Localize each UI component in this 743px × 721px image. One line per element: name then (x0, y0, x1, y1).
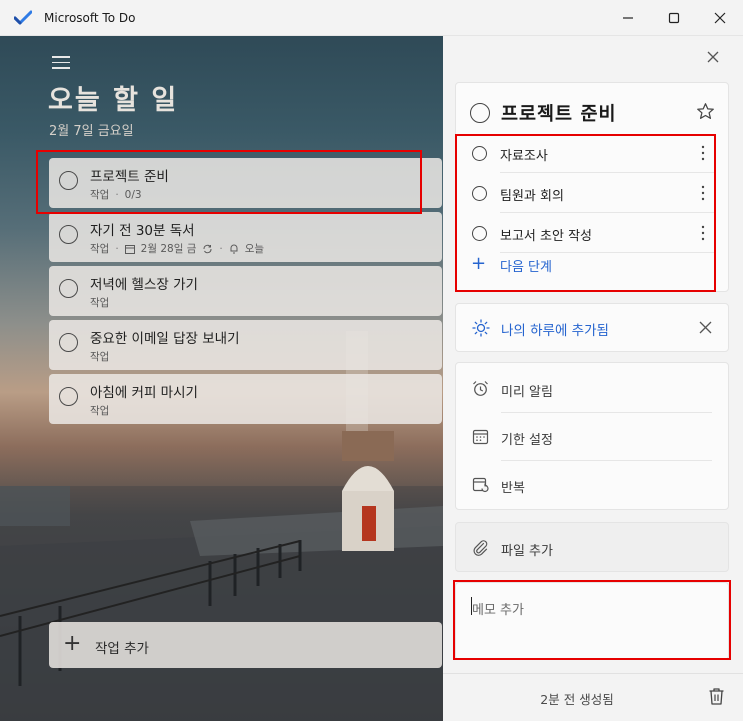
plus-icon: + (63, 631, 82, 656)
option-label: 미리 알림 (501, 385, 553, 400)
task-title: 아침에 커피 마시기 (90, 385, 198, 401)
calendar-icon (472, 429, 489, 445)
remind-me-option[interactable]: 미리 알림 (456, 365, 730, 413)
close-window-button[interactable] (697, 0, 743, 36)
paperclip-icon (473, 540, 488, 556)
close-icon (714, 12, 726, 24)
title-bar: Microsoft To Do (0, 0, 743, 36)
task-meta: 작업 (90, 349, 109, 364)
detail-task-title[interactable]: 프로젝트 준비 (501, 100, 617, 126)
add-file-button[interactable]: 파일 추가 (455, 522, 729, 572)
bell-icon (230, 244, 238, 253)
task-reminder: 오늘 (244, 243, 265, 255)
task-meta: 작업 (90, 403, 109, 418)
add-task-label: 작업 추가 (95, 641, 149, 657)
task-complete-checkbox[interactable] (59, 225, 78, 244)
my-day-card[interactable]: 나의 하루에 추가됨 (455, 303, 729, 352)
option-label: 반복 (501, 481, 525, 496)
task-category: 작업 (90, 405, 110, 417)
detail-complete-checkbox[interactable] (470, 103, 490, 123)
task-title: 저녁에 헬스장 가기 (90, 277, 198, 293)
alarm-icon (473, 381, 488, 396)
task-title: 중요한 이메일 답장 보내기 (90, 331, 240, 347)
sun-icon (472, 319, 490, 337)
star-icon[interactable] (696, 102, 715, 121)
due-date-option[interactable]: 기한 설정 (456, 413, 730, 461)
task-item-email[interactable]: 중요한 이메일 답장 보내기 작업 (49, 320, 442, 370)
annotation-highlight-memo (453, 580, 731, 660)
add-task-button[interactable]: + 작업 추가 (49, 622, 442, 668)
annotation-highlight-task (36, 150, 422, 214)
task-meta: 작업 (90, 295, 109, 310)
repeat-icon (203, 244, 212, 253)
task-title: 자기 전 30분 독서 (90, 223, 195, 239)
task-item-coffee[interactable]: 아침에 커피 마시기 작업 (49, 374, 442, 424)
task-complete-checkbox[interactable] (59, 333, 78, 352)
task-detail-panel: 프로젝트 준비 자료조사 팀원과 회의 보고서 초안 작성 + 다음 단계 나의… (443, 36, 743, 721)
task-meta: 작업 · 2월 28일 금 · 오늘 (90, 242, 265, 256)
maximize-button[interactable] (651, 0, 697, 36)
trash-icon[interactable] (708, 687, 725, 706)
task-category: 작업 (90, 351, 110, 363)
todo-check-icon (14, 10, 32, 25)
task-options-card: 미리 알림 기한 설정 반복 (455, 362, 729, 510)
menu-button[interactable] (52, 56, 70, 70)
close-detail-icon[interactable] (705, 49, 721, 65)
task-list-panel: 오늘 할 일 2월 7일 금요일 프로젝트 준비 작업 · 0/3 자기 전 3… (0, 36, 443, 721)
remove-my-day-icon[interactable] (698, 320, 713, 335)
repeat-option[interactable]: 반복 (456, 461, 730, 509)
maximize-icon (668, 12, 680, 24)
calendar-icon (124, 244, 135, 254)
task-item-reading[interactable]: 자기 전 30분 독서 작업 · 2월 28일 금 · 오늘 (49, 212, 442, 262)
app-title: Microsoft To Do (44, 11, 136, 25)
task-category: 작업 (90, 297, 110, 309)
created-timestamp: 2분 전 생성됨 (540, 692, 614, 707)
task-category: 작업 (90, 243, 110, 255)
my-day-label: 나의 하루에 추가됨 (501, 323, 609, 339)
detail-footer: 2분 전 생성됨 (443, 673, 743, 721)
minimize-button[interactable] (605, 0, 651, 36)
list-date: 2월 7일 금요일 (49, 124, 134, 139)
list-title: 오늘 할 일 (48, 85, 179, 116)
task-due-date: 2월 28일 금 (140, 243, 197, 255)
minimize-icon (623, 17, 633, 19)
annotation-highlight-steps (455, 134, 716, 292)
task-item-gym[interactable]: 저녁에 헬스장 가기 작업 (49, 266, 442, 316)
repeat-icon (472, 477, 489, 493)
task-complete-checkbox[interactable] (59, 279, 78, 298)
add-file-label: 파일 추가 (501, 544, 553, 559)
task-complete-checkbox[interactable] (59, 387, 78, 406)
option-label: 기한 설정 (501, 433, 553, 448)
